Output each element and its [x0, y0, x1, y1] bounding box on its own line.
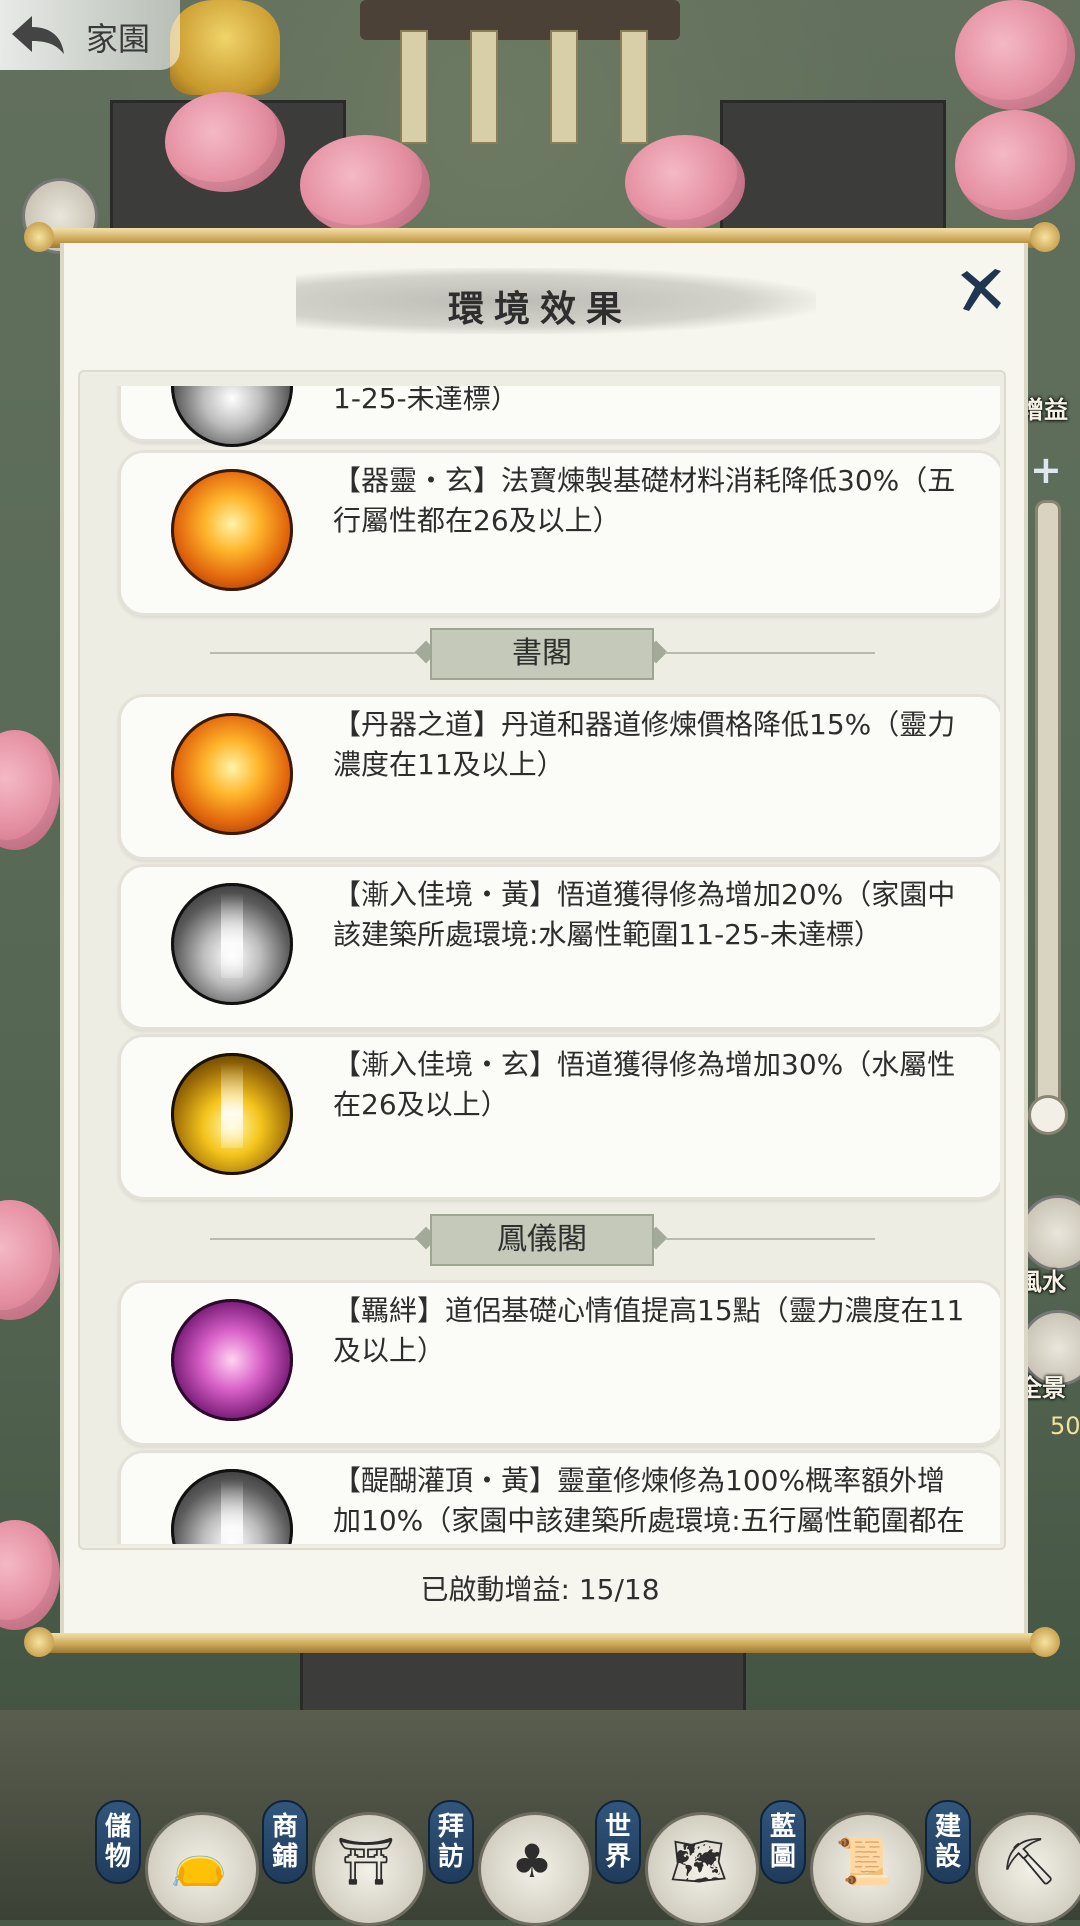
nav-item-2[interactable]: ⛩ 商鋪	[262, 1800, 426, 1926]
nav-item-4[interactable]: 🗺 世界	[595, 1800, 759, 1926]
back-arrow-icon[interactable]	[8, 10, 68, 60]
zoom-in-icon[interactable]: +	[1030, 448, 1062, 492]
visit-gourd-icon: ♣	[511, 1834, 553, 1888]
effect-description: 【器靈・玄】法寶煉製基礎材料消耗降低30%（五行屬性都在26及以上）	[333, 464, 956, 537]
cherry-tree	[300, 135, 430, 235]
close-icon[interactable]	[955, 265, 1005, 315]
nav-item-3[interactable]: ♣ 拜訪	[428, 1800, 592, 1926]
gold-light-pillar-icon	[171, 1053, 293, 1175]
scroll-rod-bottom	[24, 1627, 1060, 1657]
nav-item-5[interactable]: 📜 藍圖	[760, 1800, 924, 1926]
effect-card: 【羈絆】道侶基礎心情值提高15點（靈力濃度在11及以上）	[118, 1280, 1000, 1446]
zoom-slider-thumb[interactable]	[1028, 1095, 1068, 1135]
nav-label[interactable]: 拜訪	[428, 1800, 474, 1884]
effect-description: 1-25-未達標）	[333, 386, 519, 415]
silver-light-pillar-icon	[171, 386, 293, 447]
panel-title: 環境效果	[447, 288, 632, 330]
effect-description: 【漸入佳境・玄】悟道獲得修為增加30%（水屬性在26及以上）	[333, 1048, 956, 1121]
active-buff-counter: 已啟動增益: 15/18	[0, 1568, 1080, 1608]
zoom-slider[interactable]	[1035, 500, 1061, 1126]
shop-gate-icon: ⛩	[336, 1834, 396, 1888]
effect-card-partial: 1-25-未達標）	[118, 386, 1000, 447]
section-header: 書閣	[80, 628, 1000, 680]
effect-card: 【漸入佳境・玄】悟道獲得修為增加30%（水屬性在26及以上）	[118, 1034, 1000, 1200]
pink-hearts-icon	[171, 1299, 293, 1421]
back-bar[interactable]: 家園	[0, 0, 180, 70]
nav-item-1[interactable]: 👝 儲物	[95, 1800, 259, 1926]
silver-light-pillar-icon	[171, 1469, 293, 1544]
cherry-tree	[0, 730, 60, 850]
fire-heart-icon	[171, 713, 293, 835]
counter-value: 50	[1050, 1412, 1080, 1440]
section-title: 鳳儀閣	[430, 1214, 654, 1266]
world-map-icon: 🗺	[669, 1834, 729, 1888]
effect-card: 【器靈・玄】法寶煉製基礎材料消耗降低30%（五行屬性都在26及以上）	[118, 450, 1000, 616]
effect-description: 【醍醐灌頂・黃】靈童修煉修為100%概率額外增加10%（家園中該建築所處環境:五…	[333, 1464, 965, 1537]
effect-description: 【羈絆】道侶基礎心情值提高15點（靈力濃度在11及以上）	[333, 1294, 965, 1367]
effect-description: 【丹器之道】丹道和器道修煉價格降低15%（靈力濃度在11及以上）	[333, 708, 956, 781]
bag-icon: 👝	[170, 1834, 228, 1888]
active-buff-value: 15/18	[578, 1573, 660, 1606]
effect-card: 【醍醐灌頂・黃】靈童修煉修為100%概率額外增加10%（家園中該建築所處環境:五…	[118, 1450, 1000, 1544]
cherry-tree	[955, 110, 1075, 220]
nav-label[interactable]: 世界	[595, 1800, 641, 1884]
courtyard-wall	[720, 100, 946, 236]
effect-card: 【漸入佳境・黃】悟道獲得修為增加20%（家園中該建築所處環境:水屬性範圍11-2…	[118, 864, 1000, 1030]
cherry-tree	[625, 135, 745, 230]
golden-dragon-statue	[170, 0, 280, 95]
silver-light-pillar-icon	[171, 883, 293, 1005]
fire-heart-icon	[171, 469, 293, 591]
build-pickaxe-icon: ⛏	[999, 1834, 1059, 1888]
nav-label[interactable]: 建設	[925, 1800, 971, 1884]
nav-label[interactable]: 儲物	[95, 1800, 141, 1884]
blueprint-scroll-icon: 📜	[835, 1834, 893, 1888]
cherry-tree	[955, 0, 1075, 110]
effects-list[interactable]: 1-25-未達標） 【器靈・玄】法寶煉製基礎材料消耗降低30%（五行屬性都在26及…	[80, 386, 1000, 1544]
back-label: 家園	[86, 20, 151, 58]
nav-label[interactable]: 藍圖	[760, 1800, 806, 1884]
nav-label[interactable]: 商鋪	[262, 1800, 308, 1884]
active-buff-label: 已啟動增益:	[420, 1573, 570, 1606]
section-header: 鳳儀閣	[80, 1214, 1000, 1266]
section-title: 書閣	[430, 628, 654, 680]
effect-card: 【丹器之道】丹道和器道修煉價格降低15%（靈力濃度在11及以上）	[118, 694, 1000, 860]
home-gate	[360, 0, 680, 150]
nav-item-6[interactable]: ⛏ 建設	[925, 1800, 1080, 1926]
cherry-tree	[0, 1200, 60, 1320]
effect-description: 【漸入佳境・黃】悟道獲得修為增加20%（家園中該建築所處環境:水屬性範圍11-2…	[333, 878, 956, 951]
cherry-tree	[165, 92, 285, 192]
